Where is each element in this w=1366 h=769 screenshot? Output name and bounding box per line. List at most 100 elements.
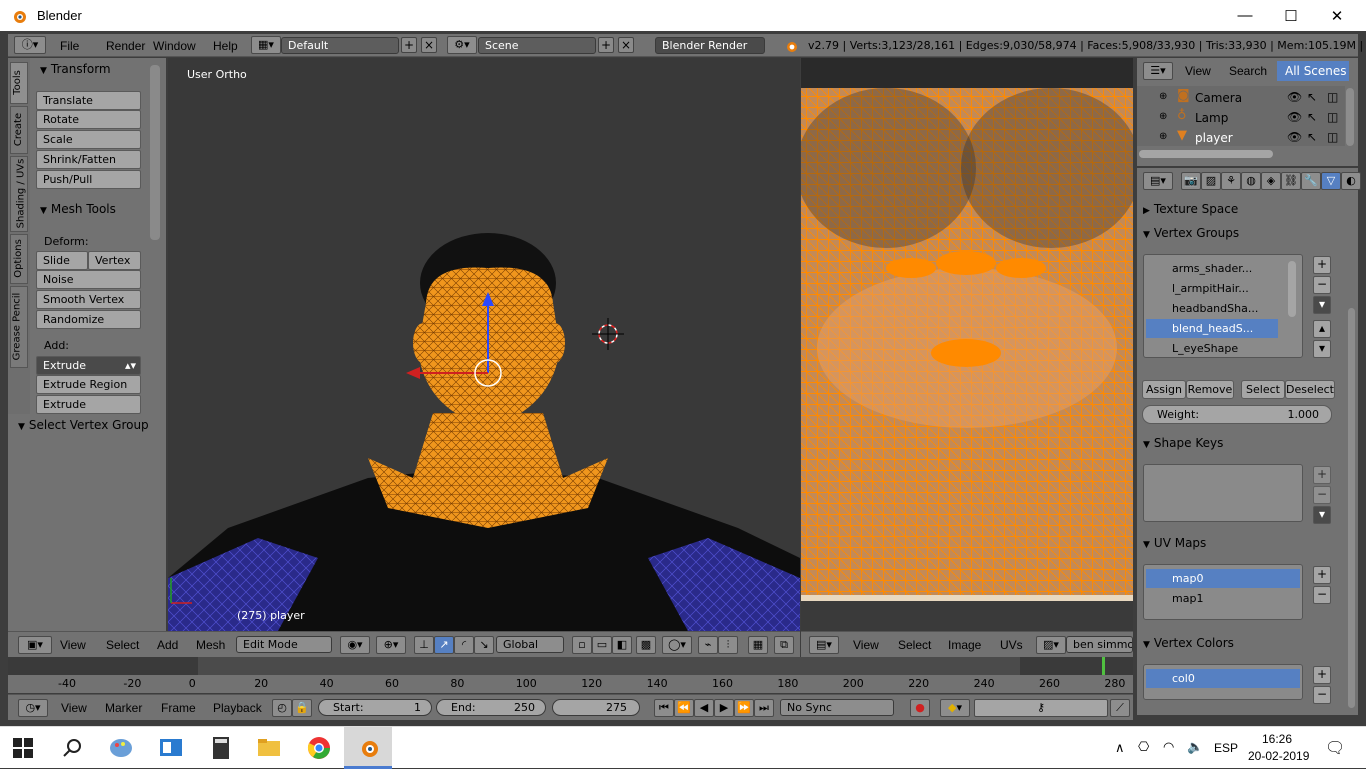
assign-button[interactable]: Assign — [1142, 380, 1186, 399]
uv-maps-header[interactable]: ▼ UV Maps — [1143, 536, 1333, 550]
3d-viewport[interactable]: User Ortho (275) player — [168, 58, 800, 631]
move-down-button[interactable]: ▾ — [1313, 340, 1331, 358]
remove-vertex-group-button[interactable]: − — [1313, 276, 1331, 294]
uv-select-menu[interactable]: Select — [898, 638, 931, 652]
tab-grease-pencil[interactable]: Grease Pencil — [10, 286, 28, 368]
editor-type-info-icon[interactable]: ⓘ▾ — [14, 36, 46, 54]
add-shape-key-button[interactable]: + — [1313, 466, 1331, 484]
display-mode-select[interactable]: All Scenes — [1277, 61, 1349, 81]
smooth-vertex-button[interactable]: Smooth Vertex — [36, 290, 141, 309]
outliner-search-menu[interactable]: Search — [1229, 64, 1267, 78]
render-layers-tab-icon[interactable]: ▨ — [1201, 172, 1221, 190]
tool-shelf-scrollbar[interactable] — [150, 65, 160, 240]
jump-end-icon[interactable]: ⏭ — [754, 699, 774, 717]
slide-vertex-button[interactable]: Vertex — [88, 251, 141, 270]
play-icon[interactable]: ▶ — [714, 699, 734, 717]
uv-maps-list[interactable]: map0 map1 — [1143, 564, 1303, 620]
network-icon[interactable]: ⎔ — [1138, 739, 1149, 755]
vertex-group-specials-button[interactable]: ▾ — [1313, 296, 1331, 314]
scale-manipulator-icon[interactable]: ↘ — [474, 636, 494, 654]
rotate-button[interactable]: Rotate — [36, 110, 141, 129]
menu-help[interactable]: Help — [213, 39, 238, 53]
control-panel-icon[interactable] — [158, 735, 184, 761]
list-item[interactable]: l_armpitHair... — [1146, 279, 1278, 298]
list-item-selected[interactable]: map0 — [1146, 569, 1300, 588]
close-button[interactable]: ✕ — [1314, 0, 1360, 31]
extrude-menu-button[interactable]: Extrude ▴▾ — [36, 356, 141, 375]
constraints-tab-icon[interactable]: ⛓ — [1281, 172, 1301, 190]
editor-type-timeline-icon[interactable]: ◷▾ — [18, 699, 48, 717]
uv-image-menu[interactable]: Image — [948, 638, 981, 652]
maximize-button[interactable]: ☐ — [1268, 0, 1314, 31]
uv-uvs-menu[interactable]: UVs — [1000, 638, 1023, 652]
render-camera-icon[interactable]: ◫ — [1327, 130, 1338, 144]
sync-mode-select[interactable]: No Sync — [780, 699, 894, 716]
vertex-groups-list[interactable]: arms_shader... l_armpitHair... headbandS… — [1143, 254, 1303, 358]
layout-name-field[interactable]: Default — [281, 37, 399, 54]
minimize-button[interactable]: — — [1222, 0, 1268, 31]
remove-layout-button[interactable]: × — [421, 37, 437, 53]
editor-type-3d-icon[interactable]: ▣▾ — [18, 636, 52, 654]
menu-render[interactable]: Render — [106, 39, 145, 53]
select-button[interactable]: Select — [1241, 380, 1285, 399]
list-item[interactable]: arms_shader... — [1146, 259, 1278, 278]
current-frame-marker[interactable] — [1102, 657, 1105, 675]
list-item-selected[interactable]: col0 — [1146, 669, 1300, 688]
expand-icon[interactable]: ⊕ — [1159, 131, 1167, 142]
extrude-region-button[interactable]: Extrude Region — [36, 375, 141, 394]
shrink-fatten-button[interactable]: Shrink/Fatten — [36, 150, 141, 169]
visibility-eye-icon[interactable]: 👁 — [1287, 110, 1302, 124]
transform-orientation-select[interactable]: Global — [496, 636, 564, 653]
jump-start-icon[interactable]: ⏮ — [654, 699, 674, 717]
remove-scene-button[interactable]: × — [618, 37, 634, 53]
translate-button[interactable]: Translate — [36, 91, 141, 110]
record-icon[interactable]: ● — [910, 699, 930, 717]
select-arrow-icon[interactable]: ↖ — [1307, 130, 1317, 144]
outliner-view-menu[interactable]: View — [1185, 64, 1211, 78]
active-keying-set-field[interactable]: ⚷ — [974, 699, 1108, 717]
editor-type-properties-icon[interactable]: ▤▾ — [1143, 172, 1173, 190]
visibility-eye-icon[interactable]: 👁 — [1287, 90, 1302, 104]
outliner-vscrollbar[interactable] — [1346, 88, 1354, 146]
list-item[interactable]: L_eyeShape — [1146, 339, 1278, 358]
3d-select-menu[interactable]: Select — [106, 638, 139, 652]
image-browse-icon[interactable]: ▨▾ — [1036, 636, 1066, 654]
outliner-item-lamp[interactable]: Lamp — [1195, 111, 1228, 125]
list-item[interactable]: headbandSha... — [1146, 299, 1278, 318]
list-item[interactable]: map1 — [1146, 589, 1300, 608]
chrome-icon[interactable] — [306, 735, 332, 761]
rotate-manipulator-icon[interactable]: ◜ — [454, 636, 474, 654]
insert-keyframe-icon[interactable]: ⟋ — [1110, 699, 1130, 717]
paint-app-icon[interactable] — [108, 735, 134, 761]
timeline-playback-menu[interactable]: Playback — [213, 701, 262, 715]
menu-window[interactable]: Window — [153, 39, 196, 53]
tab-options[interactable]: Options — [10, 234, 28, 284]
world-tab-icon[interactable]: ◍ — [1241, 172, 1261, 190]
face-select-icon[interactable]: ◧ — [612, 636, 632, 654]
search-icon[interactable] — [60, 735, 86, 761]
tray-expand-icon[interactable]: ∧ — [1115, 740, 1125, 756]
editor-type-outliner-icon[interactable]: ☰▾ — [1143, 62, 1173, 80]
viewport-shading-icon[interactable]: ◉▾ — [340, 636, 370, 654]
add-vertex-color-button[interactable]: + — [1313, 666, 1331, 684]
mesh-tools-panel-header[interactable]: ▼ Mesh Tools — [30, 202, 166, 220]
select-vertex-group-header[interactable]: ▼ Select Vertex Group — [8, 418, 166, 436]
remove-vertex-color-button[interactable]: − — [1313, 686, 1331, 704]
scene-selector-icon[interactable]: ⚙▾ — [447, 36, 477, 54]
scale-button[interactable]: Scale — [36, 130, 141, 149]
tab-tools[interactable]: Tools — [10, 62, 28, 104]
opengl-anim-icon[interactable]: ⧉ — [774, 636, 794, 654]
object-tab-icon[interactable]: ◈ — [1261, 172, 1281, 190]
outliner-item-camera[interactable]: Camera — [1195, 91, 1242, 105]
randomize-button[interactable]: Randomize — [36, 310, 141, 329]
extrude-individual-button[interactable]: Extrude Individual — [36, 395, 141, 428]
uv-image-editor[interactable] — [801, 58, 1133, 631]
push-pull-button[interactable]: Push/Pull — [36, 170, 141, 189]
3d-add-menu[interactable]: Add — [157, 638, 178, 652]
scene-tab-icon[interactable]: ⚘ — [1221, 172, 1241, 190]
mesh-data-tab-icon[interactable]: ▽ — [1321, 172, 1341, 190]
current-frame-field[interactable]: 275 — [552, 699, 640, 716]
remove-button[interactable]: Remove — [1186, 380, 1234, 399]
language-indicator[interactable]: ESP — [1214, 741, 1238, 755]
remove-shape-key-button[interactable]: − — [1313, 486, 1331, 504]
